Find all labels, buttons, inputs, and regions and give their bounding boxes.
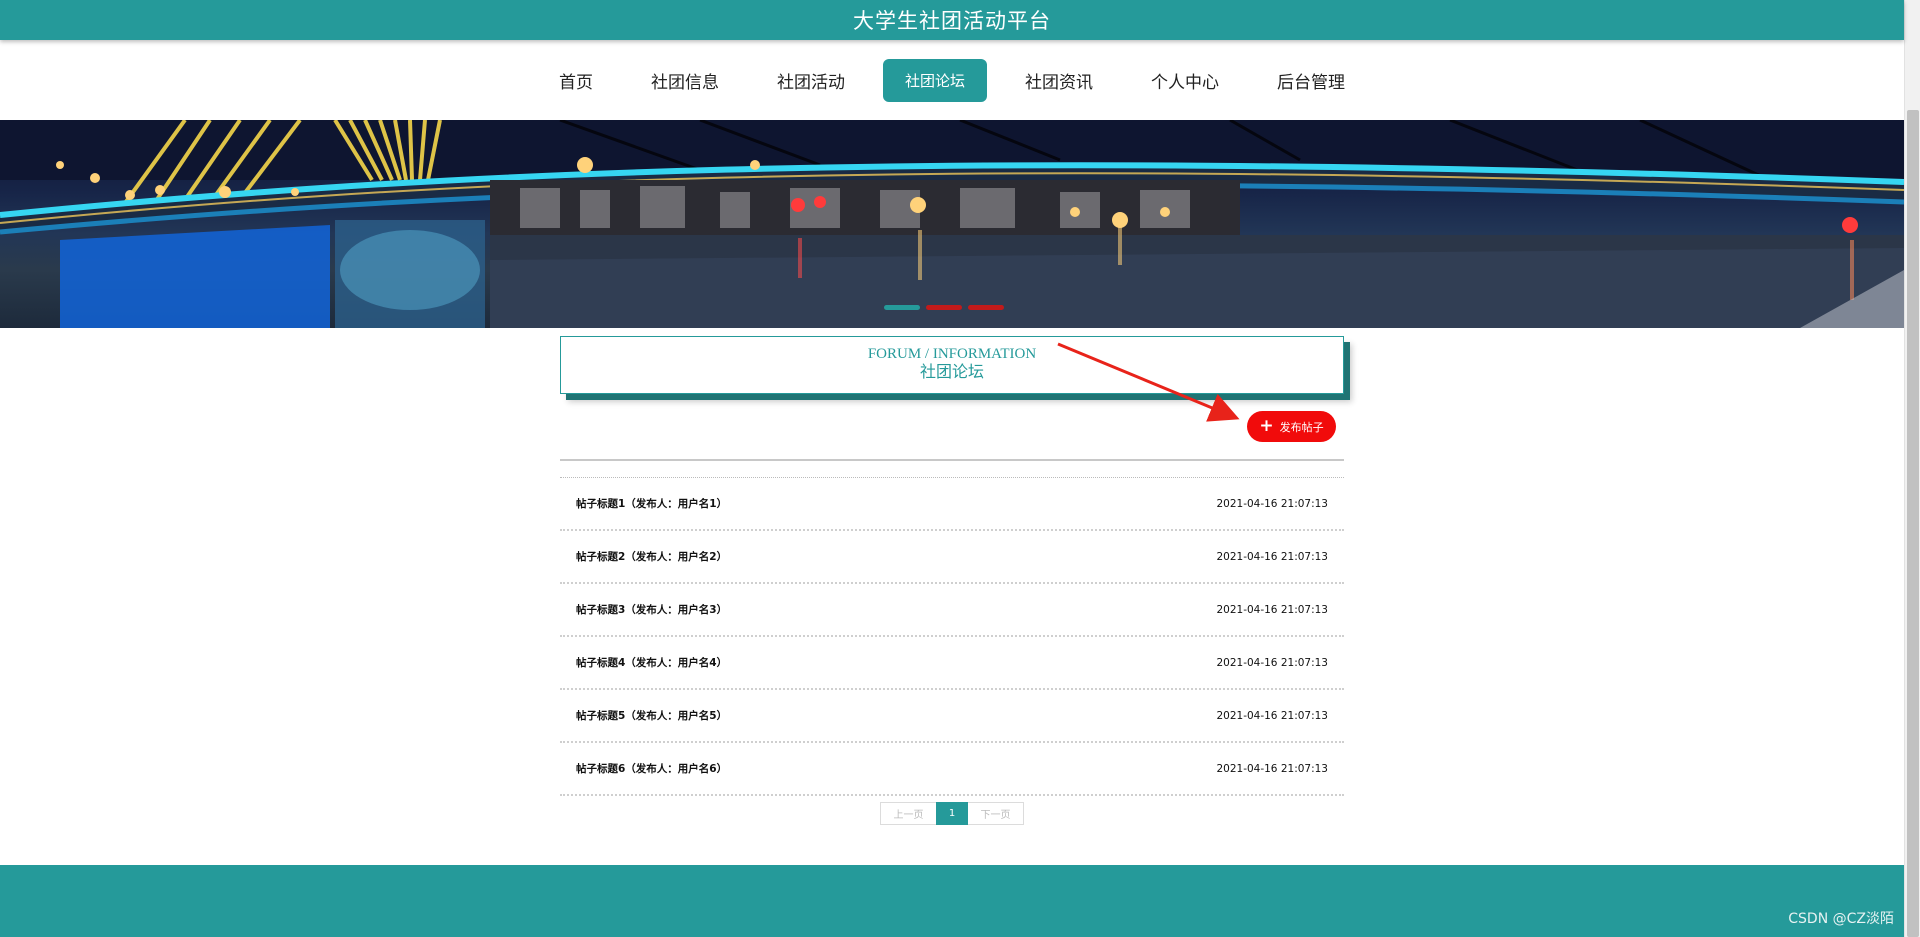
post-row-3[interactable]: 帖子标题3（发布人：用户名3） 2021-04-16 21:07:13 (560, 584, 1344, 637)
page-scrollbar[interactable] (1904, 0, 1920, 937)
nav-item-admin[interactable]: 后台管理 (1257, 59, 1365, 102)
prev-page-button[interactable]: 上一页 (880, 802, 936, 825)
post-time: 2021-04-16 21:07:13 (1216, 656, 1328, 669)
publish-post-button[interactable]: + 发布帖子 (1247, 411, 1336, 442)
next-page-button[interactable]: 下一页 (968, 802, 1024, 825)
site-footer (0, 865, 1904, 937)
post-title[interactable]: 帖子标题4（发布人：用户名4） (576, 655, 727, 670)
post-row-2[interactable]: 帖子标题2（发布人：用户名2） 2021-04-16 21:07:13 (560, 531, 1344, 584)
forum-heading: FORUM / INFORMATION 社团论坛 (560, 336, 1344, 394)
scrollbar-thumb[interactable] (1907, 110, 1919, 937)
post-title[interactable]: 帖子标题3（发布人：用户名3） (576, 602, 727, 617)
post-row-5[interactable]: 帖子标题5（发布人：用户名5） 2021-04-16 21:07:13 (560, 690, 1344, 743)
post-time: 2021-04-16 21:07:13 (1216, 497, 1328, 510)
post-title[interactable]: 帖子标题6（发布人：用户名6） (576, 761, 727, 776)
carousel-dot-3[interactable] (968, 305, 1004, 310)
post-row-1[interactable]: 帖子标题1（发布人：用户名1） 2021-04-16 21:07:13 (560, 478, 1344, 531)
watermark: CSDN @CZ淡陌 (1788, 911, 1894, 927)
post-time: 2021-04-16 21:07:13 (1216, 762, 1328, 775)
post-title[interactable]: 帖子标题5（发布人：用户名5） (576, 708, 727, 723)
post-list: 帖子标题1（发布人：用户名1） 2021-04-16 21:07:13 帖子标题… (560, 478, 1344, 796)
publish-post-label: 发布帖子 (1279, 420, 1324, 434)
site-title: 大学生社团活动平台 (853, 9, 1051, 33)
section-title-en: FORUM / INFORMATION (867, 346, 1037, 362)
nav-item-home[interactable]: 首页 (539, 59, 613, 102)
nav-item-club-activities[interactable]: 社团活动 (757, 59, 865, 102)
list-divider (560, 459, 1344, 461)
pagination: 上一页 1 下一页 (880, 802, 1024, 825)
post-title[interactable]: 帖子标题2（发布人：用户名2） (576, 549, 727, 564)
site-header: 大学生社团活动平台 (0, 0, 1904, 40)
post-time: 2021-04-16 21:07:13 (1216, 603, 1328, 616)
carousel-dot-2[interactable] (926, 305, 962, 310)
nav-item-club-news[interactable]: 社团资讯 (1005, 59, 1113, 102)
nav-item-personal-center[interactable]: 个人中心 (1131, 59, 1239, 102)
plus-icon: + (1259, 416, 1274, 436)
post-time: 2021-04-16 21:07:13 (1216, 709, 1328, 722)
main-nav: 首页 社团信息 社团活动 社团论坛 社团资讯 个人中心 后台管理 (0, 40, 1904, 120)
post-row-6[interactable]: 帖子标题6（发布人：用户名6） 2021-04-16 21:07:13 (560, 743, 1344, 796)
section-title-cn: 社团论坛 (919, 364, 984, 381)
post-title[interactable]: 帖子标题1（发布人：用户名1） (576, 496, 727, 511)
carousel-dot-1[interactable] (884, 305, 920, 310)
banner-image (0, 120, 1904, 328)
carousel-indicators (884, 305, 1004, 310)
nav-item-club-info[interactable]: 社团信息 (631, 59, 739, 102)
nav-item-club-forum[interactable]: 社团论坛 (883, 58, 987, 102)
page: 大学生社团活动平台 首页 社团信息 社团活动 社团论坛 社团资讯 个人中心 后台… (0, 0, 1920, 937)
current-page-button[interactable]: 1 (936, 802, 968, 825)
banner-carousel[interactable] (0, 120, 1904, 328)
post-row-4[interactable]: 帖子标题4（发布人：用户名4） 2021-04-16 21:07:13 (560, 637, 1344, 690)
post-time: 2021-04-16 21:07:13 (1216, 550, 1328, 563)
